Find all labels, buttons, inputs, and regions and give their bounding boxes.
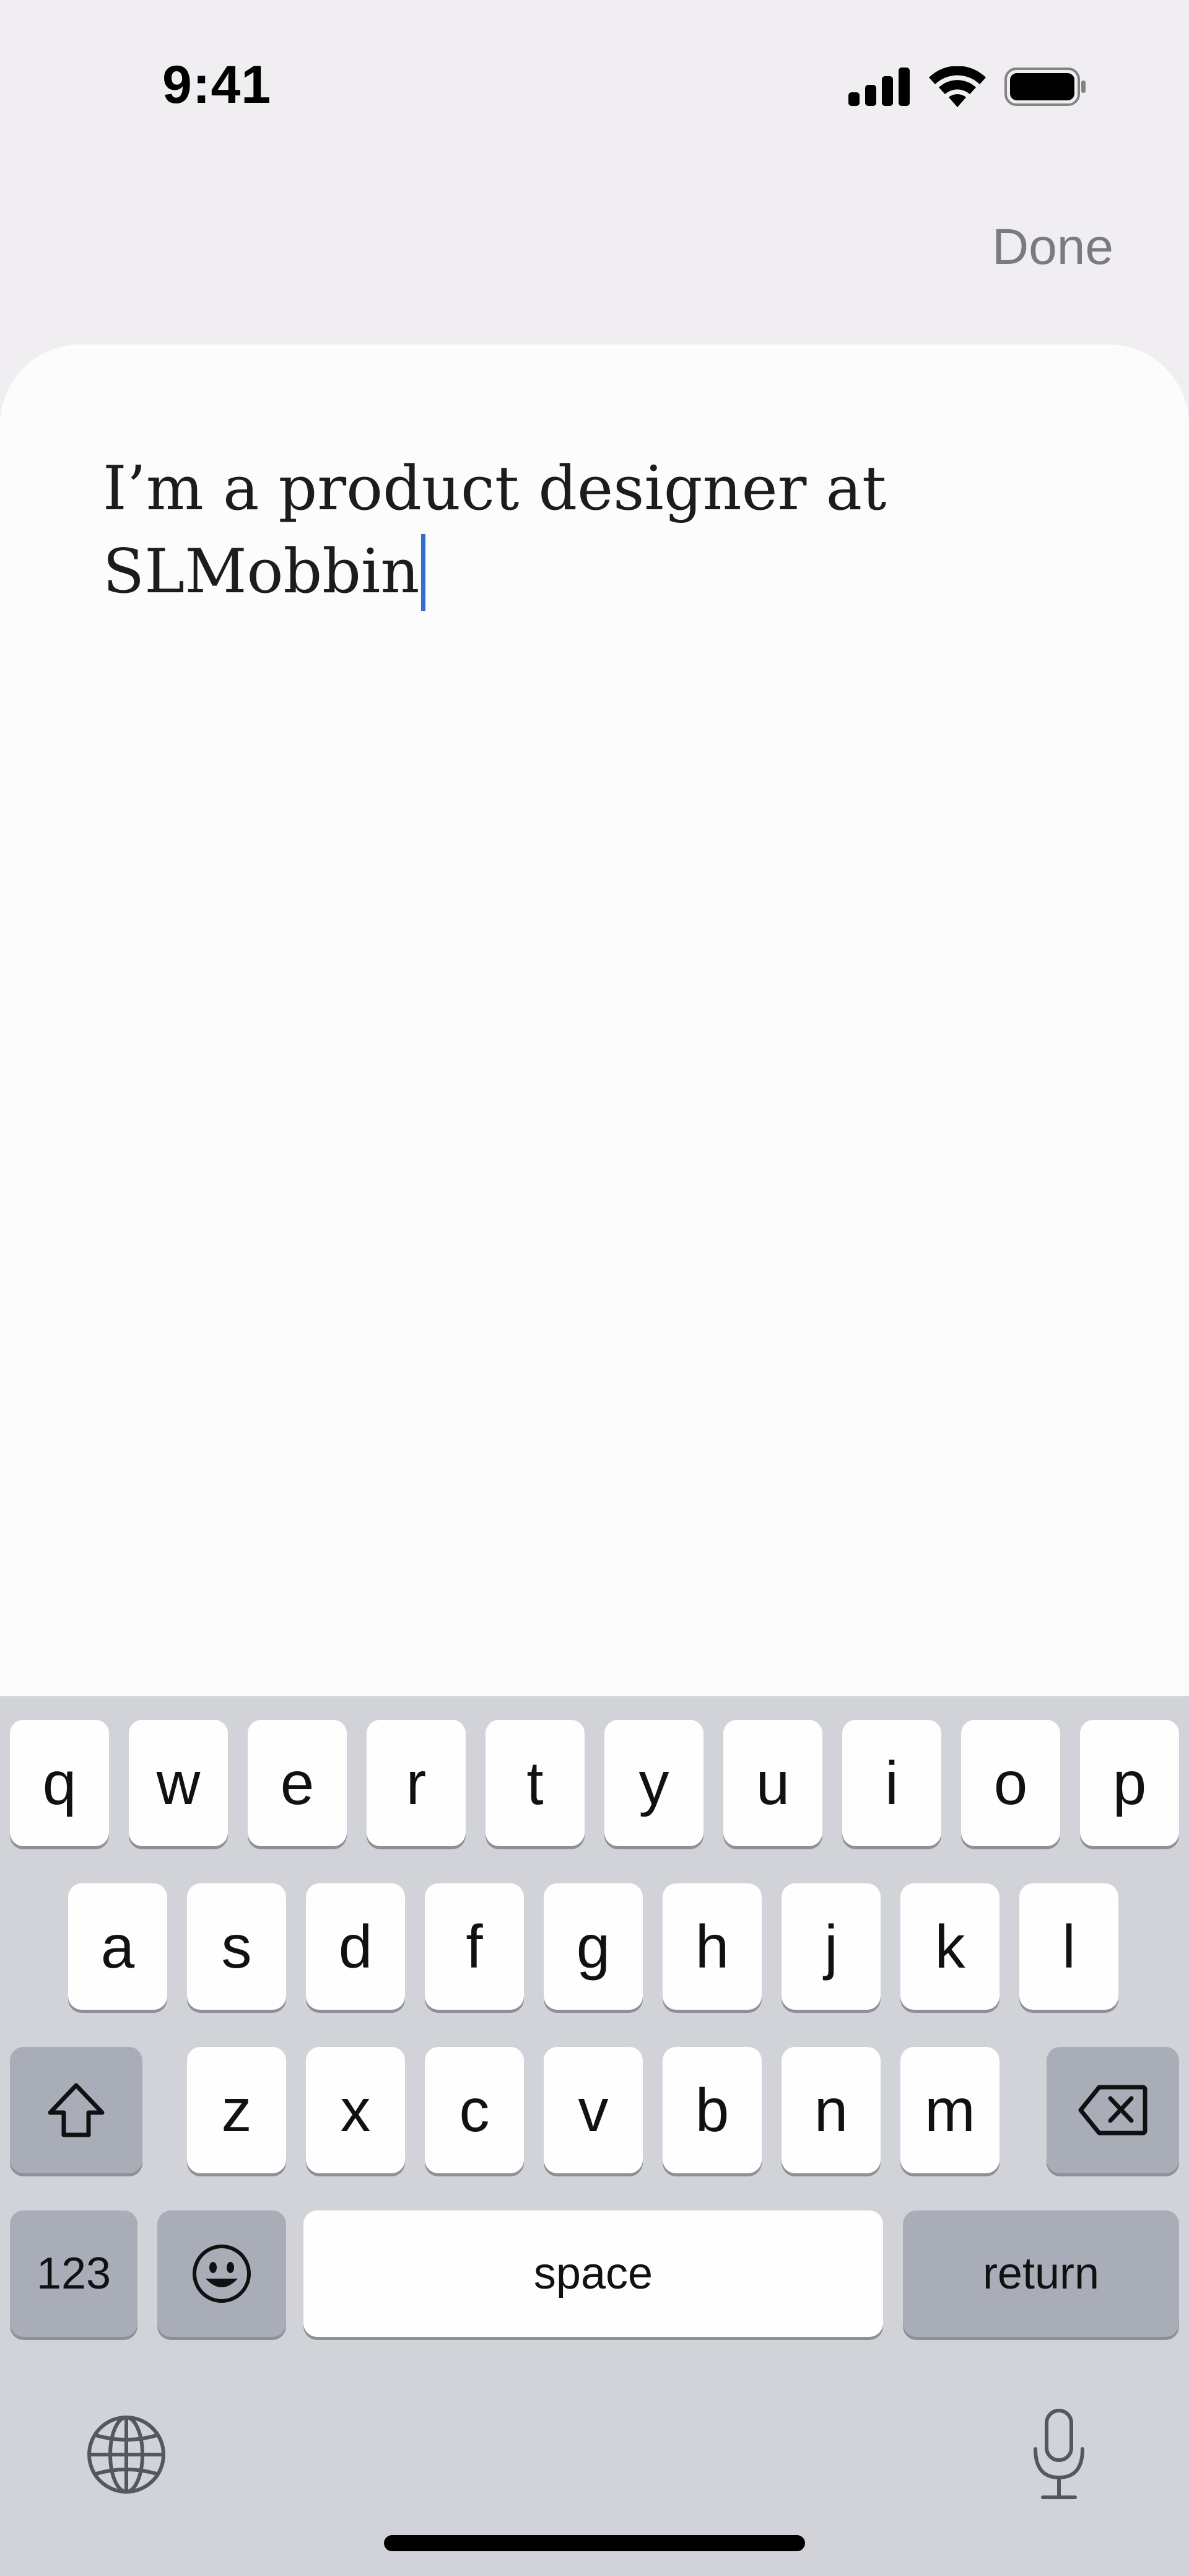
delete-icon <box>1078 2085 1148 2136</box>
status-time: 9:41 <box>162 55 272 115</box>
key-v[interactable]: v <box>544 2047 643 2173</box>
return-key[interactable]: return <box>903 2210 1179 2337</box>
signal-icon <box>848 68 910 106</box>
emoji-key[interactable] <box>157 2210 286 2337</box>
battery-icon <box>1004 68 1086 106</box>
screen: 9:41 Done I’m a product designer at SLMo… <box>0 0 1189 2576</box>
done-button[interactable]: Done <box>992 218 1113 276</box>
keyboard: q w e r t y u i o p a s d f g h j k l z … <box>0 1696 1189 2576</box>
bio-text-editor[interactable]: I’m a product designer at SLMobbin <box>103 447 1069 613</box>
editor-line-2: SLMobbin <box>103 530 1069 613</box>
key-n[interactable]: n <box>782 2047 881 2173</box>
key-w[interactable]: w <box>129 1720 228 1846</box>
key-p[interactable]: p <box>1080 1720 1179 1846</box>
dictation-button[interactable] <box>1016 2405 1102 2504</box>
editor-sheet: I’m a product designer at SLMobbin <box>0 344 1189 1769</box>
key-r[interactable]: r <box>367 1720 466 1846</box>
emoji-icon <box>193 2245 251 2303</box>
key-j[interactable]: j <box>782 1883 881 2010</box>
text-caret <box>420 534 425 611</box>
key-a[interactable]: a <box>68 1883 167 2010</box>
numbers-key[interactable]: 123 <box>10 2210 137 2337</box>
key-h[interactable]: h <box>663 1883 762 2010</box>
shift-key[interactable] <box>10 2047 142 2173</box>
status-icons <box>848 64 1086 109</box>
key-k[interactable]: k <box>900 1883 1000 2010</box>
key-e[interactable]: e <box>248 1720 347 1846</box>
key-l[interactable]: l <box>1019 1883 1118 2010</box>
key-t[interactable]: t <box>486 1720 585 1846</box>
wifi-icon <box>929 66 986 107</box>
key-m[interactable]: m <box>900 2047 1000 2173</box>
key-s[interactable]: s <box>187 1883 286 2010</box>
shift-icon <box>48 2083 105 2137</box>
globe-button[interactable] <box>83 2411 170 2498</box>
editor-line-1: I’m a product designer at <box>103 453 887 524</box>
key-d[interactable]: d <box>306 1883 405 2010</box>
space-key[interactable]: space <box>303 2210 883 2337</box>
microphone-icon <box>1034 2409 1084 2499</box>
key-b[interactable]: b <box>663 2047 762 2173</box>
key-x[interactable]: x <box>306 2047 405 2173</box>
key-z[interactable]: z <box>187 2047 286 2173</box>
key-y[interactable]: y <box>604 1720 703 1846</box>
key-i[interactable]: i <box>842 1720 941 1846</box>
delete-key[interactable] <box>1047 2047 1179 2173</box>
editor-line-2-text: SLMobbin <box>103 537 420 607</box>
key-f[interactable]: f <box>425 1883 524 2010</box>
key-o[interactable]: o <box>961 1720 1060 1846</box>
key-u[interactable]: u <box>723 1720 822 1846</box>
home-indicator[interactable] <box>384 2535 805 2551</box>
key-c[interactable]: c <box>425 2047 524 2173</box>
key-g[interactable]: g <box>544 1883 643 2010</box>
key-q[interactable]: q <box>10 1720 109 1846</box>
globe-icon <box>87 2416 165 2494</box>
